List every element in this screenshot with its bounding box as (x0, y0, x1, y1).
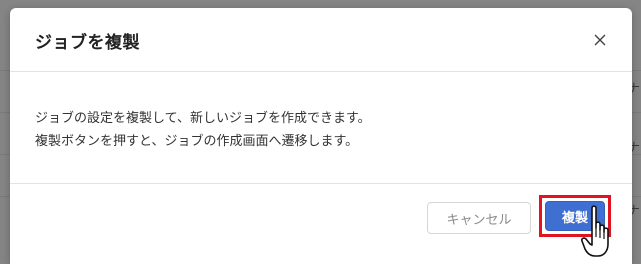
dialog-footer: キャンセル 複製 (10, 184, 632, 264)
dialog-description-line-2: 複製ボタンを押すと、ジョブの作成画面へ遷移します。 (35, 134, 359, 149)
cancel-button[interactable]: キャンセル (427, 202, 531, 234)
hand-pointer-icon (581, 205, 609, 257)
duplicate-job-dialog: ジョブを複製 ジョブの設定を複製して、新しいジョブを作成できます。 複製ボタンを… (10, 8, 632, 264)
close-button[interactable] (590, 30, 610, 50)
dialog-description-line-1: ジョブの設定を複製して、新しいジョブを作成できます。 (35, 111, 371, 126)
close-icon (594, 34, 606, 46)
dialog-body: ジョブの設定を複製して、新しいジョブを作成できます。 複製ボタンを押すと、ジョブ… (10, 72, 632, 184)
dialog-header: ジョブを複製 (10, 8, 632, 72)
dialog-title: ジョブを複製 (35, 33, 140, 53)
